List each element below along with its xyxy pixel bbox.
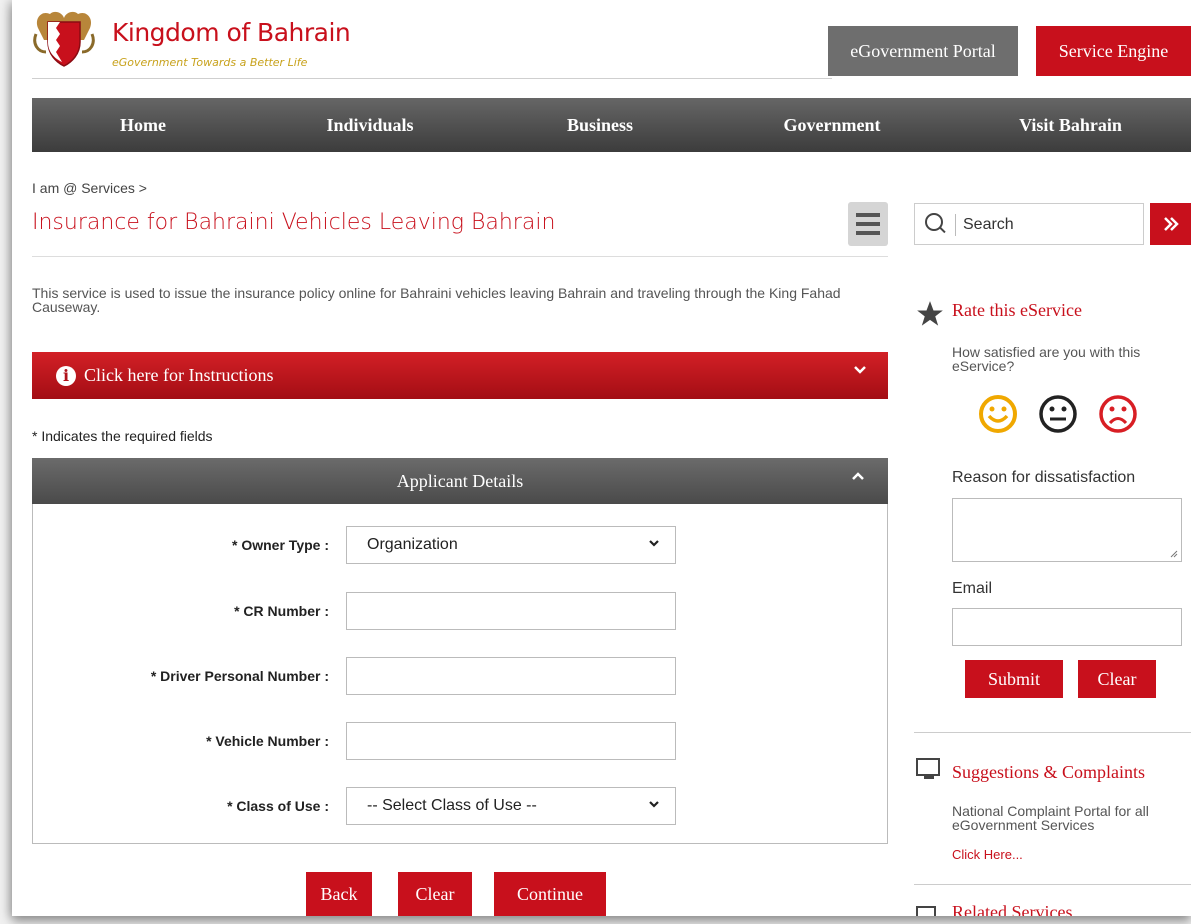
rating-clear-button[interactable]: Clear [1078,660,1156,698]
cr-number-input[interactable] [346,592,676,630]
double-chevron-right-icon [1163,217,1179,231]
hamburger-menu-icon[interactable] [848,202,888,246]
search-icon [925,213,943,231]
rate-eservice-title: Rate this eService [952,300,1082,320]
suggestions-text: National Complaint Portal for all eGover… [952,803,1149,833]
chevron-down-icon [647,536,661,553]
instructions-label: Click here for Instructions [84,365,274,385]
search-placeholder: Search [963,216,1014,233]
search-submit-button[interactable] [1150,203,1191,245]
reason-label: Reason for dissatisfaction [952,469,1136,486]
nav-item-home[interactable]: Home [32,98,254,152]
owner-type-row: * Owner Type : Organization [33,526,889,566]
submit-button[interactable]: Submit [965,660,1063,698]
star-icon [916,300,944,335]
click-here-link[interactable]: Click Here... [952,847,1023,862]
email-label: Email [952,580,993,597]
driver-personal-number-row: * Driver Personal Number : [33,657,889,697]
back-button[interactable]: Back [306,872,372,916]
related-services-title[interactable]: Related Services [952,902,1072,916]
chevron-down-icon [647,797,661,814]
owner-type-label: * Owner Type : [232,537,329,553]
vehicle-number-row: * Vehicle Number : [33,722,889,762]
search-separator [955,214,956,236]
applicant-details-panel: Applicant Details * Owner Type : Organiz… [32,458,888,844]
class-of-use-value: -- Select Class of Use -- [367,797,537,814]
chevron-up-icon [850,468,866,489]
service-engine-button[interactable]: Service Engine [1036,26,1191,76]
nav-item-government[interactable]: Government [714,98,950,152]
chevron-down-icon [852,362,868,383]
applicant-details-header[interactable]: Applicant Details [32,458,888,504]
cr-number-row: * CR Number : [33,592,889,632]
resize-handle-icon[interactable] [1170,550,1178,558]
rate-question: How satisfied are you with this eService… [952,344,1141,374]
driver-personal-number-input[interactable] [346,657,676,695]
title-divider [32,256,888,257]
page-title: Insurance for Bahraini Vehicles Leaving … [32,210,556,235]
vehicle-number-input[interactable] [346,722,676,760]
info-icon: i [56,365,76,386]
suggestions-title[interactable]: Suggestions & Complaints [952,762,1145,783]
brand-subtitle: eGovernment Towards a Better Life [112,56,308,69]
monitor-icon [916,758,940,779]
bahrain-emblem-logo[interactable] [32,8,96,68]
nav-item-business[interactable]: Business [486,98,714,152]
neutral-face-icon[interactable] [1038,394,1078,439]
class-of-use-select[interactable]: -- Select Class of Use -- [346,787,676,825]
reason-textarea[interactable] [952,498,1182,562]
sad-face-icon[interactable] [1098,394,1138,439]
owner-type-value: Organization [367,536,458,553]
related-services-icon [916,906,936,916]
search-input[interactable]: Search [914,203,1144,245]
service-description: This service is used to issue the insura… [32,285,841,315]
page: Kingdom of Bahrain eGovernment Towards a… [12,0,1191,916]
class-of-use-label: * Class of Use : [227,798,329,814]
applicant-details-title: Applicant Details [396,470,524,491]
sidebar-divider [914,732,1191,733]
required-fields-note: * Indicates the required fields [32,428,213,444]
sidebar-divider [914,884,1191,885]
nav-item-visit-bahrain[interactable]: Visit Bahrain [950,98,1191,152]
driver-personal-number-label: * Driver Personal Number : [150,668,329,684]
continue-button[interactable]: Continue [494,872,606,916]
owner-type-select[interactable]: Organization [346,526,676,564]
class-of-use-row: * Class of Use : -- Select Class of Use … [33,787,889,827]
egovernment-portal-button[interactable]: eGovernment Portal [828,26,1018,76]
nav-item-individuals[interactable]: Individuals [254,98,486,152]
happy-face-icon[interactable] [978,394,1018,439]
main-nav: Home Individuals Business Government Vis… [32,98,1191,152]
email-field[interactable] [952,608,1182,646]
instructions-toggle[interactable]: i Click here for Instructions [32,352,888,399]
clear-button[interactable]: Clear [398,872,472,916]
breadcrumb[interactable]: I am @ Services > [32,180,147,196]
brand-title[interactable]: Kingdom of Bahrain [112,18,351,47]
cr-number-label: * CR Number : [234,603,329,619]
header-divider [32,78,832,79]
vehicle-number-label: * Vehicle Number : [206,733,329,749]
